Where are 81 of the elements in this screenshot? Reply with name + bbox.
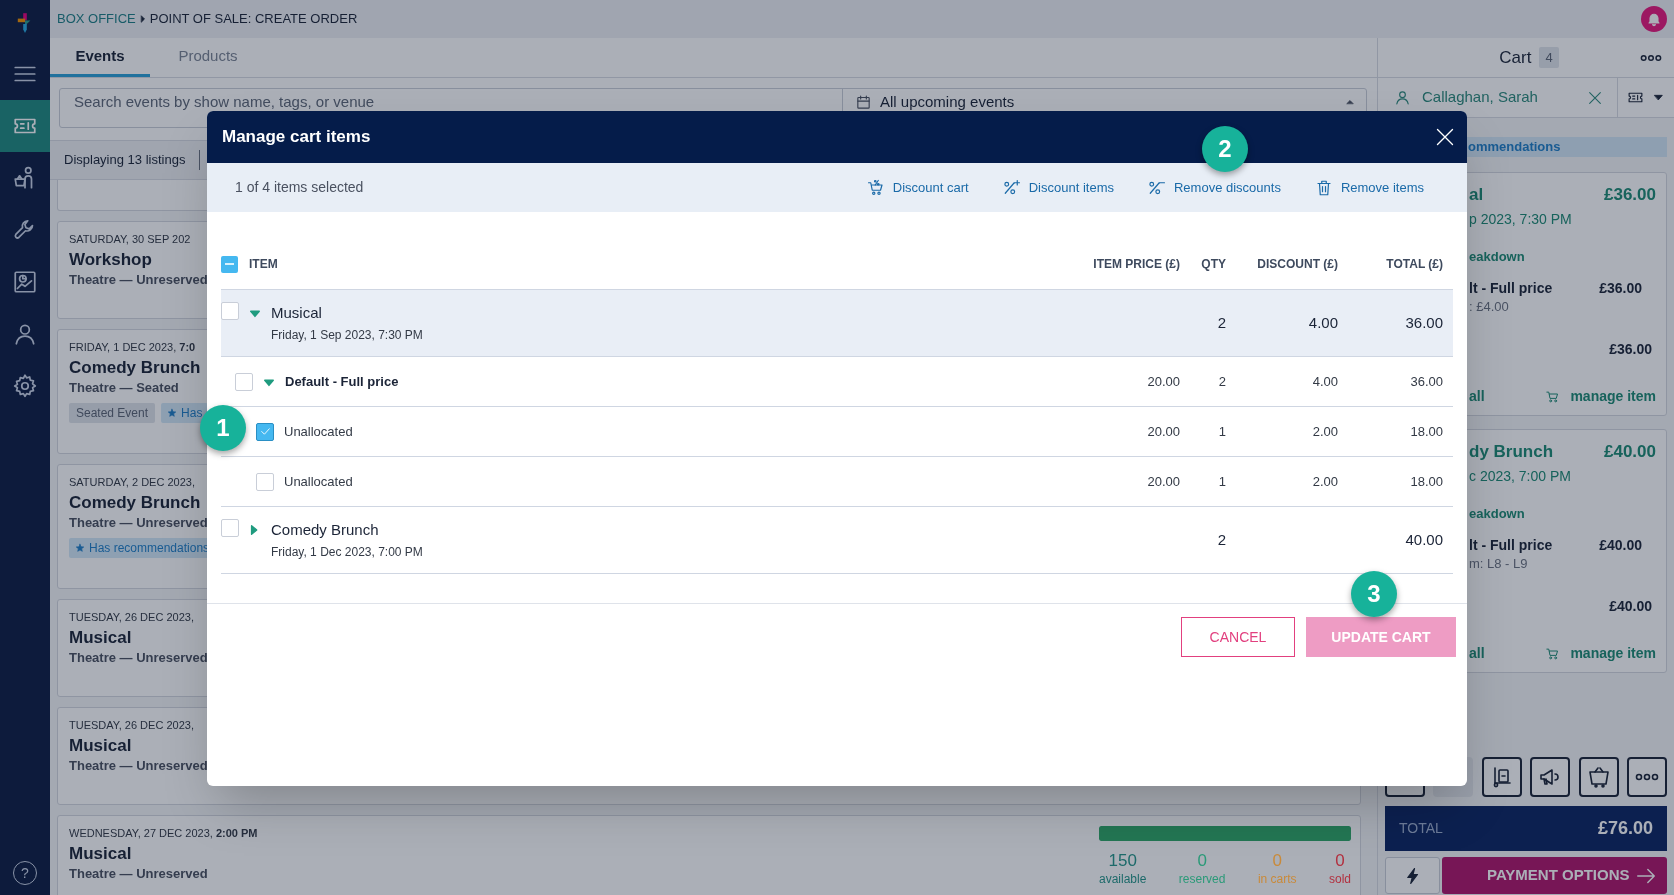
event-date: SATURDAY, 2 DEC 2023, <box>69 475 196 489</box>
column-header: QTY <box>1200 256 1226 273</box>
event-tag: Seated Event <box>69 403 156 423</box>
cart-item-price: £36.00 <box>1604 184 1656 207</box>
event-title: Comedy Brunch <box>69 493 202 513</box>
modal-title: Manage cart items <box>222 126 371 149</box>
item-name: Unallocated <box>284 472 353 491</box>
date-filter-value: All upcoming events <box>880 91 1016 112</box>
item-discount: 4.00 <box>1311 372 1338 391</box>
item-qty: 1 <box>1217 422 1226 441</box>
item-discount: 2.00 <box>1311 422 1338 441</box>
item-qty: 2 <box>1216 312 1226 333</box>
cart-item-subtotal: £40.00 <box>1609 597 1652 614</box>
item-total: 40.00 <box>1404 529 1443 550</box>
item-total: 36.00 <box>1409 372 1443 391</box>
stat-value: 150 <box>1108 851 1137 871</box>
event-title: Comedy Brunch <box>69 358 202 378</box>
price-line-amount: £40.00 <box>1599 535 1642 555</box>
cart-item-date: p 2023, 7:30 PM <box>1469 210 1573 227</box>
cart-item-name: dy Brunch <box>1469 441 1554 464</box>
item-total: 36.00 <box>1404 312 1443 333</box>
item-discount: 2.00 <box>1311 472 1338 491</box>
column-header: ITEM <box>249 256 278 273</box>
selection-count: 1 of 4 items selected <box>235 178 365 197</box>
stat-value: 0 <box>1197 851 1207 871</box>
item-total: 18.00 <box>1409 422 1443 441</box>
event-venue: Theatre — Unreserved <box>69 866 209 882</box>
price-line-detail: m: L8 - L9 <box>1469 555 1529 570</box>
event-date: WEDNESDAY, 27 DEC 2023, 2:00 PM <box>69 826 258 840</box>
item-qty: 1 <box>1217 472 1226 491</box>
column-header: ITEM PRICE (£) <box>1092 256 1180 273</box>
stat-value: 0 <box>1272 851 1282 871</box>
item-name: Unallocated <box>284 422 353 441</box>
event-venue: Theatre — Seated <box>69 380 180 396</box>
price-line-name: lt - Full price <box>1469 535 1553 555</box>
price-line-amount: £36.00 <box>1599 278 1642 298</box>
cart-item-price: £40.00 <box>1604 441 1656 464</box>
stat-label: reserved <box>1178 871 1226 887</box>
item-price: 20.00 <box>1146 422 1180 441</box>
stat-value: 0 <box>1335 851 1345 871</box>
event-venue: Theatre — Unreserved <box>69 758 208 774</box>
item-price: 20.00 <box>1146 472 1180 491</box>
column-header: TOTAL (£) <box>1385 256 1443 273</box>
event-tag: Has <box>161 403 209 423</box>
cart-title: Cart <box>1499 46 1532 69</box>
event-title: Musical <box>69 736 133 756</box>
item-name: Comedy Brunch <box>271 520 380 540</box>
item-date: Friday, 1 Dec 2023, 7:00 PM <box>271 544 423 561</box>
event-title: Musical <box>69 844 133 864</box>
event-title: Workshop <box>69 250 153 270</box>
item-name: Default - Full price <box>285 372 399 391</box>
event-venue: Theatre — Unreserved <box>69 515 209 531</box>
breadcrumb-current: POINT OF SALE: CREATE ORDER <box>149 10 358 29</box>
cart-item-date: c 2023, 7:00 PM <box>1469 467 1572 484</box>
item-qty: 2 <box>1217 372 1226 391</box>
stat-label: sold <box>1328 871 1351 887</box>
total-label: TOTAL <box>1399 819 1443 838</box>
price-line-detail: : £4.00 <box>1469 298 1510 313</box>
customer-name: Callaghan, Sarah <box>1422 87 1539 108</box>
event-venue: Theatre — Unreserved <box>69 272 208 288</box>
event-venue: Theatre — Unreserved <box>69 650 208 666</box>
event-date: FRIDAY, 1 DEC 2023, 7:0 <box>69 340 197 354</box>
event-date: TUESDAY, 26 DEC 2023, <box>69 718 195 732</box>
cart-count-badge: 4 <box>1539 47 1559 68</box>
event-date: TUESDAY, 26 DEC 2023, <box>69 610 195 624</box>
item-total: 18.00 <box>1409 472 1443 491</box>
cart-item-name: al <box>1469 184 1484 207</box>
stat-label: available <box>1099 871 1147 887</box>
event-title: Musical <box>69 628 133 648</box>
event-date: SATURDAY, 30 SEP 202 <box>69 232 192 246</box>
stat-label: in carts <box>1257 871 1297 887</box>
listing-count: Displaying 13 listings <box>64 151 186 170</box>
column-header: DISCOUNT (£) <box>1256 256 1338 273</box>
price-line-name: lt - Full price <box>1469 278 1553 298</box>
item-name: Musical <box>271 303 323 323</box>
total-amount: £76.00 <box>1597 817 1653 840</box>
cart-item-subtotal: £36.00 <box>1609 340 1652 357</box>
item-qty: 2 <box>1216 529 1226 550</box>
item-price: 20.00 <box>1146 372 1180 391</box>
item-date: Friday, 1 Sep 2023, 7:30 PM <box>271 327 423 344</box>
item-discount: 4.00 <box>1307 312 1338 333</box>
